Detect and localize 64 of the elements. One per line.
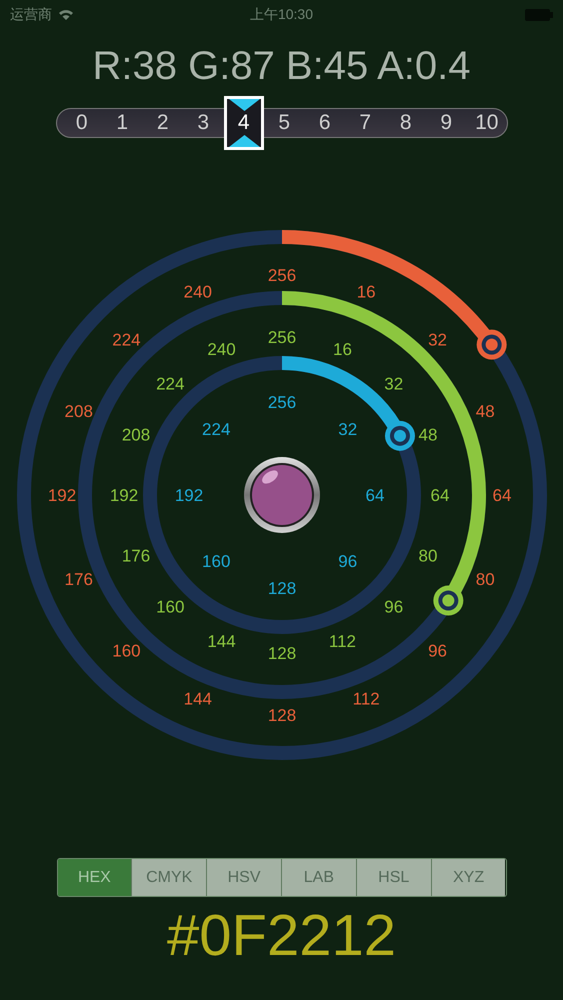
carrier-name: 运营商 — [10, 6, 52, 24]
pointer-icon — [228, 135, 260, 147]
dial-label: 160 — [112, 642, 141, 661]
dial-label: 32 — [384, 374, 404, 394]
dial-label: 240 — [207, 340, 236, 360]
dial-label: 208 — [64, 402, 93, 421]
color-preview-button[interactable] — [244, 457, 320, 533]
scale-tick[interactable]: 3 — [183, 108, 224, 138]
dial-label: 16 — [356, 282, 376, 302]
dial-label: 224 — [156, 374, 184, 394]
dial-label: 144 — [184, 689, 212, 708]
dial-label: 128 — [268, 706, 296, 725]
dial-label: 48 — [418, 426, 438, 445]
dial-label: 192 — [48, 486, 76, 505]
dial-handle[interactable] — [476, 330, 507, 360]
dial-label: 240 — [184, 282, 212, 302]
dial-label: 32 — [338, 420, 358, 440]
scale-tick[interactable]: 5 — [264, 108, 304, 138]
dial-label: 80 — [476, 570, 495, 590]
dial-label: 160 — [156, 598, 184, 617]
dial-label: 112 — [328, 632, 356, 651]
dial-label: 224 — [112, 330, 141, 350]
color-dial[interactable]: 256 16 32 48 64 80 96 112 128 144 160 176 192 208 224 240 256 16 32 48 64 80 96 112 128 144 160 176 192 208 224 240 256 32 64 96 128 160 192 224 — [0, 228, 563, 768]
scale-tick[interactable]: 1 — [102, 108, 142, 138]
scale-tick[interactable]: 0 — [62, 108, 102, 138]
rgba-readout: R:38 G:87 B:45 A:0.4 — [92, 43, 471, 90]
dial-label: 160 — [202, 552, 230, 571]
dial-label: 224 — [202, 420, 230, 440]
wifi-icon — [58, 9, 74, 21]
dial-label: 64 — [430, 486, 450, 505]
dial-label: 256 — [268, 266, 296, 285]
dial-label: 96 — [338, 552, 358, 571]
dial-label: 176 — [64, 570, 93, 590]
dial-label: 256 — [268, 393, 296, 412]
dial-handle[interactable] — [433, 586, 464, 616]
dial-label: 16 — [333, 340, 352, 360]
dial-label: 96 — [428, 642, 448, 661]
dial-label: 128 — [268, 579, 296, 598]
dial-label: 64 — [492, 486, 512, 505]
dial-label: 48 — [476, 402, 495, 421]
scale-track[interactable] — [56, 108, 508, 138]
scale-tick[interactable]: 2 — [142, 108, 183, 138]
scale-tick[interactable]: 8 — [386, 108, 426, 138]
dial-label: 80 — [418, 546, 438, 566]
dial-label: 112 — [352, 689, 380, 708]
dial-label: 96 — [384, 598, 404, 617]
hex-value: #0F2212 — [167, 902, 396, 970]
scale-tick[interactable]: 9 — [426, 108, 466, 138]
dial-label: 208 — [122, 426, 150, 445]
dial-label: 176 — [122, 546, 150, 566]
dial-label: 192 — [110, 486, 138, 505]
dial-label: 256 — [268, 328, 296, 347]
scale-tick[interactable]: 6 — [304, 108, 345, 138]
dial-label: 192 — [174, 486, 204, 505]
dial-handle[interactable] — [384, 420, 415, 451]
dial-label: 128 — [268, 644, 296, 663]
pointer-icon — [228, 99, 260, 111]
dial-label: 64 — [366, 486, 384, 505]
dial-label: 144 — [207, 632, 236, 651]
scale-tick[interactable]: 4 — [224, 96, 264, 150]
status-time: 上午10:30 — [250, 6, 314, 24]
scale-tick[interactable]: 7 — [345, 108, 386, 138]
dial-label: 32 — [428, 330, 448, 350]
scale-tick[interactable]: 10 — [466, 108, 507, 138]
